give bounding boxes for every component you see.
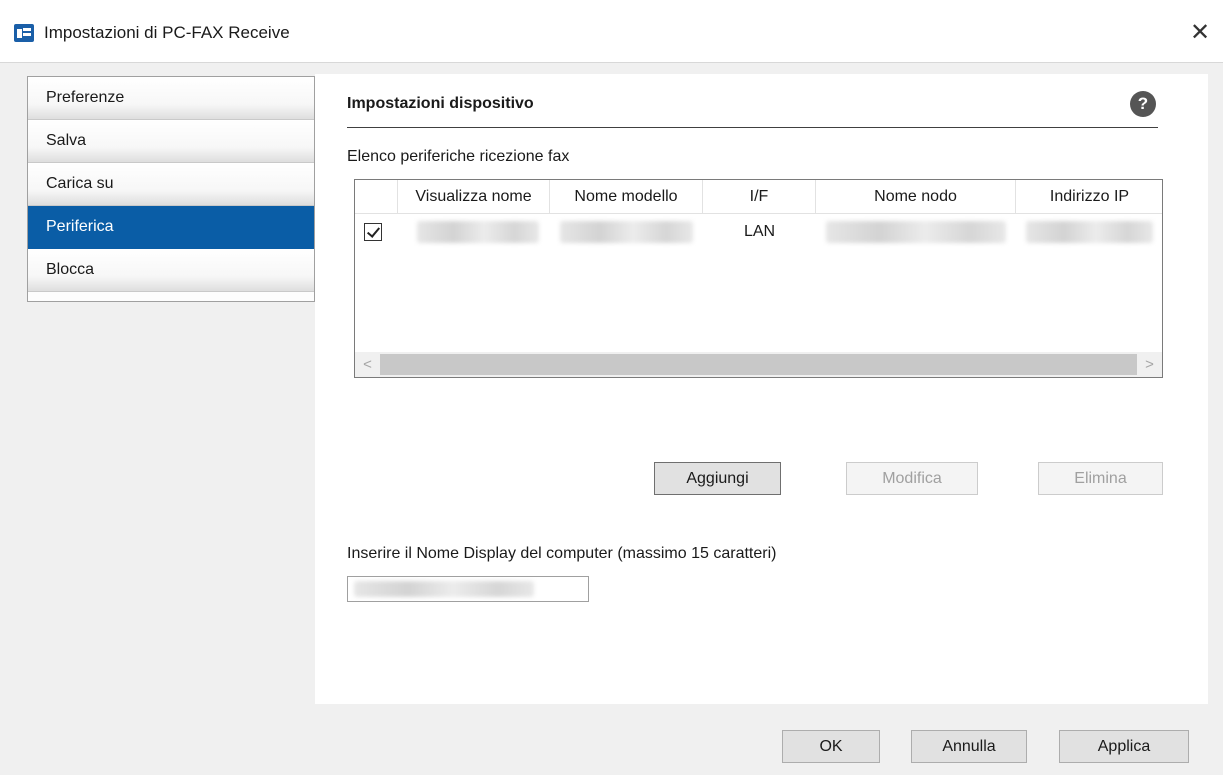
settings-panel: Impostazioni dispositivo ? Elenco perife… [315, 74, 1208, 704]
device-list-label: Elenco periferiche ricezione fax [347, 148, 570, 165]
sidebar-item-carica-su[interactable]: Carica su [28, 163, 314, 206]
column-header-select[interactable] [355, 180, 398, 214]
scroll-right-arrow[interactable]: > [1137, 352, 1162, 377]
horizontal-scrollbar[interactable]: < > [355, 352, 1162, 377]
edit-button[interactable]: Modifica [846, 462, 978, 495]
redacted-model-name [560, 221, 693, 243]
table-row[interactable]: LAN [355, 215, 1162, 249]
sidebar-item-blocca[interactable]: Blocca [28, 249, 314, 292]
sidebar-item-preferenze[interactable]: Preferenze [28, 77, 314, 120]
window-title: Impostazioni di PC-FAX Receive [44, 23, 290, 42]
cancel-button[interactable]: Annulla [911, 730, 1027, 763]
computer-name-input[interactable] [347, 576, 589, 602]
redacted-ip-address [1026, 221, 1153, 243]
dialog-body: Preferenze Salva Carica su Periferica Bl… [0, 62, 1223, 775]
interface-cell: LAN [743, 223, 776, 240]
scroll-left-arrow[interactable]: < [355, 352, 380, 377]
computer-name-label: Inserire il Nome Display del computer (m… [347, 545, 777, 562]
column-header-ip-address[interactable]: Indirizzo IP [1016, 180, 1162, 214]
device-checkbox[interactable] [364, 223, 382, 241]
close-icon[interactable]: ✕ [1183, 16, 1217, 50]
sidebar-item-periferica[interactable]: Periferica [28, 206, 314, 249]
column-header-model-name[interactable]: Nome modello [550, 180, 703, 214]
sidebar: Preferenze Salva Carica su Periferica Bl… [27, 76, 315, 302]
title-bar: Impostazioni di PC-FAX Receive ✕ [0, 0, 1223, 62]
ok-button[interactable]: OK [782, 730, 880, 763]
delete-button[interactable]: Elimina [1038, 462, 1163, 495]
section-divider [347, 127, 1158, 128]
pcfax-app-icon [14, 24, 34, 42]
redacted-node-name [826, 221, 1006, 243]
device-list-header: Visualizza nome Nome modello I/F Nome no… [355, 180, 1162, 214]
add-button[interactable]: Aggiungi [654, 462, 781, 495]
device-list[interactable]: Visualizza nome Nome modello I/F Nome no… [354, 179, 1163, 378]
help-icon[interactable]: ? [1130, 91, 1156, 117]
column-header-display-name[interactable]: Visualizza nome [398, 180, 550, 214]
column-header-interface[interactable]: I/F [703, 180, 816, 214]
scroll-thumb[interactable] [380, 354, 1137, 375]
redacted-computer-name [354, 581, 534, 597]
sidebar-item-salva[interactable]: Salva [28, 120, 314, 163]
redacted-display-name [417, 221, 539, 243]
apply-button[interactable]: Applica [1059, 730, 1189, 763]
section-title: Impostazioni dispositivo [347, 95, 534, 112]
column-header-node-name[interactable]: Nome nodo [816, 180, 1016, 214]
